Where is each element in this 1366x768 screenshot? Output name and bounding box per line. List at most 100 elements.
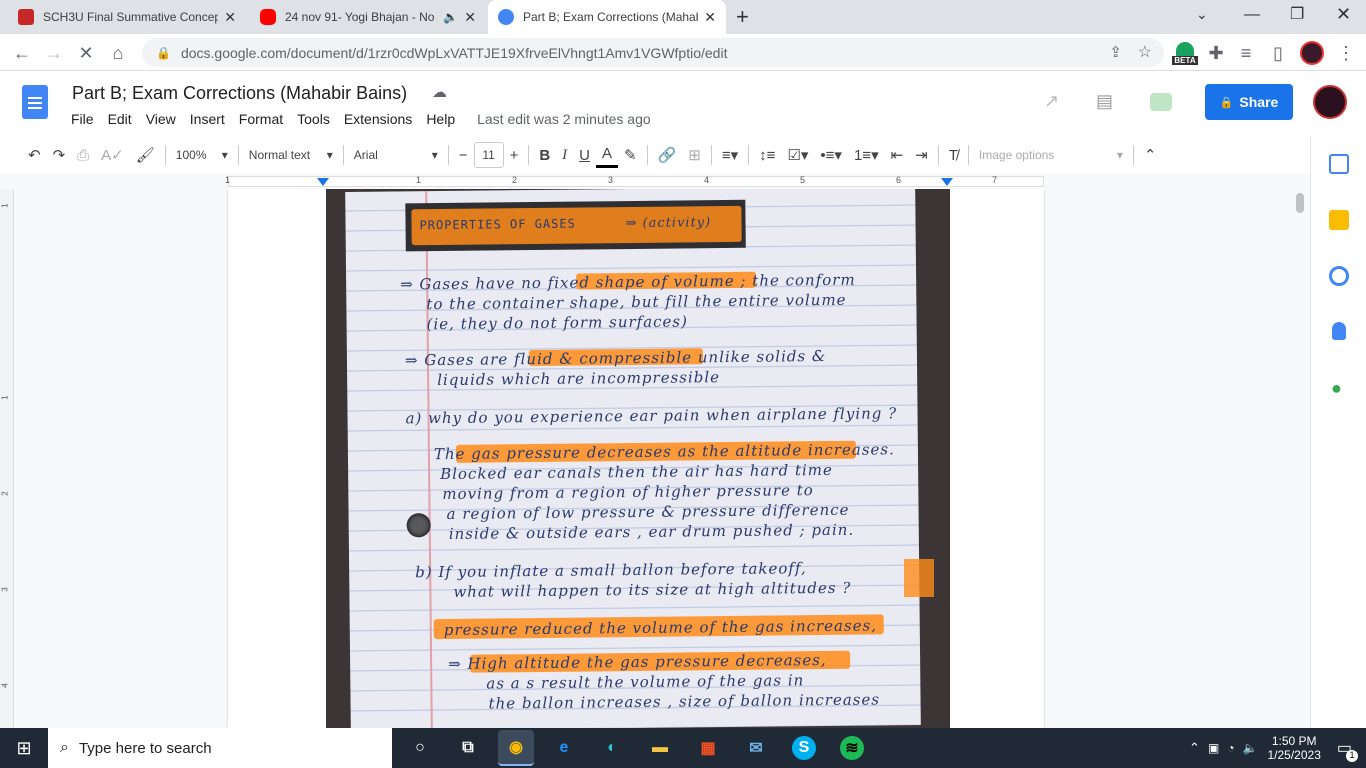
tab-search-icon[interactable]: ⌄ xyxy=(1196,6,1208,23)
volume-icon[interactable]: 🔈 xyxy=(1243,741,1258,755)
mail-icon[interactable]: ✉ xyxy=(738,730,774,766)
paint-format-icon[interactable]: 🖌 xyxy=(130,142,161,168)
account-avatar[interactable] xyxy=(1313,85,1347,119)
speaker-icon[interactable]: 🔈 xyxy=(443,10,458,24)
document-page[interactable]: PROPERTIES OF GASES ⇒ (activity) ⇒ Gases… xyxy=(228,189,1044,728)
share-page-icon[interactable]: ⇪ xyxy=(1109,43,1122,61)
new-tab-button[interactable]: + xyxy=(736,4,749,30)
close-tab-icon[interactable]: ✕ xyxy=(224,9,236,26)
skype-icon[interactable]: S xyxy=(792,736,816,760)
spotify-icon[interactable]: ≋ xyxy=(840,736,864,760)
restore-button[interactable]: ❐ xyxy=(1290,4,1304,24)
cortana-icon[interactable]: ○ xyxy=(402,730,438,766)
minimize-button[interactable]: — xyxy=(1244,6,1260,24)
right-indent-marker[interactable] xyxy=(941,178,953,186)
side-panel-icon[interactable]: ▯ xyxy=(1266,41,1290,65)
tab-youtube[interactable]: 24 nov 91- Yogi Bhajan - No 🔈 ✕ xyxy=(250,0,486,34)
maps-icon[interactable]: ● xyxy=(1331,378,1342,399)
font-size-input[interactable]: 11 xyxy=(473,142,504,168)
taskbar-search-box[interactable]: ⌕ Type here to search xyxy=(48,728,392,768)
document-title[interactable]: Part B; Exam Corrections (Mahabir Bains) xyxy=(72,83,407,104)
spellcheck-icon[interactable]: A✓ xyxy=(95,142,130,168)
line-spacing-icon[interactable]: ↕≡ xyxy=(753,142,781,168)
horizontal-ruler[interactable]: 1 1 2 3 4 5 6 7 xyxy=(0,174,1310,189)
file-explorer-icon[interactable]: ▬ xyxy=(642,730,678,766)
show-hidden-icons[interactable]: ⌃ xyxy=(1189,740,1200,756)
highlight-color-icon[interactable]: ✎ xyxy=(618,142,643,168)
chrome-menu-icon[interactable]: ⋮ xyxy=(1334,41,1358,65)
back-icon[interactable]: ← xyxy=(10,41,34,65)
ie-taskbar-icon[interactable]: e xyxy=(546,730,582,766)
comments-icon[interactable]: ▤ xyxy=(1096,91,1113,112)
image-options-button[interactable]: Image options ▾ xyxy=(973,142,1129,168)
bold-button[interactable]: B xyxy=(533,142,556,168)
forward-icon[interactable]: → xyxy=(42,41,66,65)
notifications-icon[interactable]: ▭ 1 xyxy=(1337,738,1358,762)
profile-avatar[interactable] xyxy=(1300,41,1324,65)
underline-button[interactable]: U xyxy=(573,142,596,168)
undo-icon[interactable]: ↶ xyxy=(22,142,47,168)
home-icon[interactable]: ⌂ xyxy=(106,41,130,65)
last-edit-status[interactable]: Last edit was 2 minutes ago xyxy=(477,111,651,127)
menu-edit[interactable]: Edit xyxy=(108,111,132,127)
add-comment-icon[interactable]: ⊞ xyxy=(682,142,707,168)
windows-start-icon[interactable]: ⊞ xyxy=(0,728,48,768)
contacts-icon[interactable] xyxy=(1332,322,1346,340)
checklist-icon[interactable]: ☑▾ xyxy=(781,142,814,168)
bulleted-list-icon[interactable]: •≡▾ xyxy=(814,142,848,168)
font-select[interactable]: Arial ▾ xyxy=(348,142,444,168)
chrome-taskbar-icon[interactable]: ◉ xyxy=(498,730,534,766)
menu-view[interactable]: View xyxy=(146,111,176,127)
menu-help[interactable]: Help xyxy=(426,111,455,127)
tab-sch3u[interactable]: SCH3U Final Summative Concept ✕ xyxy=(8,0,246,34)
extensions-puzzle-icon[interactable]: ✚ xyxy=(1204,41,1228,65)
docs-logo-icon[interactable] xyxy=(22,85,48,119)
decrease-indent-icon[interactable]: ⇤ xyxy=(885,142,910,168)
stop-icon[interactable]: ✕ xyxy=(74,41,98,65)
clock[interactable]: 1:50 PM 1/25/2023 xyxy=(1267,734,1320,762)
bookmark-star-icon[interactable]: ☆ xyxy=(1138,42,1152,62)
close-tab-icon[interactable]: ✕ xyxy=(464,9,476,26)
network-icon[interactable]: ▣ xyxy=(1208,741,1219,755)
menu-insert[interactable]: Insert xyxy=(190,111,225,127)
share-button[interactable]: 🔒 Share xyxy=(1205,84,1293,120)
menu-file[interactable]: File xyxy=(71,111,94,127)
print-icon[interactable]: ⎙ xyxy=(71,142,95,168)
meet-icon[interactable] xyxy=(1150,93,1172,111)
media-control-icon[interactable]: ≡ xyxy=(1234,41,1258,65)
task-view-icon[interactable]: ⧉ xyxy=(450,730,486,766)
tab-docs[interactable]: Part B; Exam Corrections (Mahabi ✕ xyxy=(488,0,726,34)
activity-dashboard-icon[interactable]: ↗ xyxy=(1044,91,1059,112)
decrease-font-size-button[interactable]: − xyxy=(453,142,474,168)
zoom-select[interactable]: 100% ▾ xyxy=(170,142,234,168)
edge-taskbar-icon[interactable]: ◐ xyxy=(594,730,630,766)
increase-indent-icon[interactable]: ⇥ xyxy=(909,142,934,168)
insert-link-icon[interactable]: 🔗 xyxy=(652,142,683,168)
italic-button[interactable]: I xyxy=(556,142,573,168)
url-bar[interactable]: 🔒 docs.google.com/document/d/1rzr0cdWpLx… xyxy=(142,38,1164,67)
tasks-icon[interactable] xyxy=(1329,266,1349,286)
increase-font-size-button[interactable]: + xyxy=(504,142,525,168)
close-window-button[interactable]: ✕ xyxy=(1336,4,1351,25)
style-select[interactable]: Normal text ▾ xyxy=(243,142,339,168)
clear-formatting-icon[interactable]: T̸ xyxy=(943,142,964,168)
keep-icon[interactable] xyxy=(1329,210,1349,230)
wifi-icon[interactable]: ◔ xyxy=(1227,741,1234,755)
vertical-ruler[interactable]: 1 1 2 3 4 xyxy=(0,189,14,728)
extension-beta-icon[interactable]: BETA xyxy=(1172,42,1198,66)
close-tab-icon[interactable]: ✕ xyxy=(704,9,716,26)
text-color-icon[interactable]: A xyxy=(596,142,619,168)
notes-photo[interactable]: PROPERTIES OF GASES ⇒ (activity) ⇒ Gases… xyxy=(326,189,950,728)
store-icon[interactable]: ▦ xyxy=(690,730,726,766)
redo-icon[interactable]: ↷ xyxy=(47,142,72,168)
calendar-icon[interactable] xyxy=(1329,154,1349,174)
menu-extensions[interactable]: Extensions xyxy=(344,111,412,127)
cloud-status-icon[interactable]: ☁ xyxy=(432,83,447,101)
numbered-list-icon[interactable]: 1≡▾ xyxy=(848,142,885,168)
scrollbar-thumb[interactable] xyxy=(1296,193,1304,213)
collapse-menus-icon[interactable]: ⌃ xyxy=(1138,142,1163,168)
menu-tools[interactable]: Tools xyxy=(297,111,330,127)
align-icon[interactable]: ≡▾ xyxy=(716,142,744,168)
left-indent-marker[interactable] xyxy=(317,178,329,186)
menu-format[interactable]: Format xyxy=(239,111,283,127)
